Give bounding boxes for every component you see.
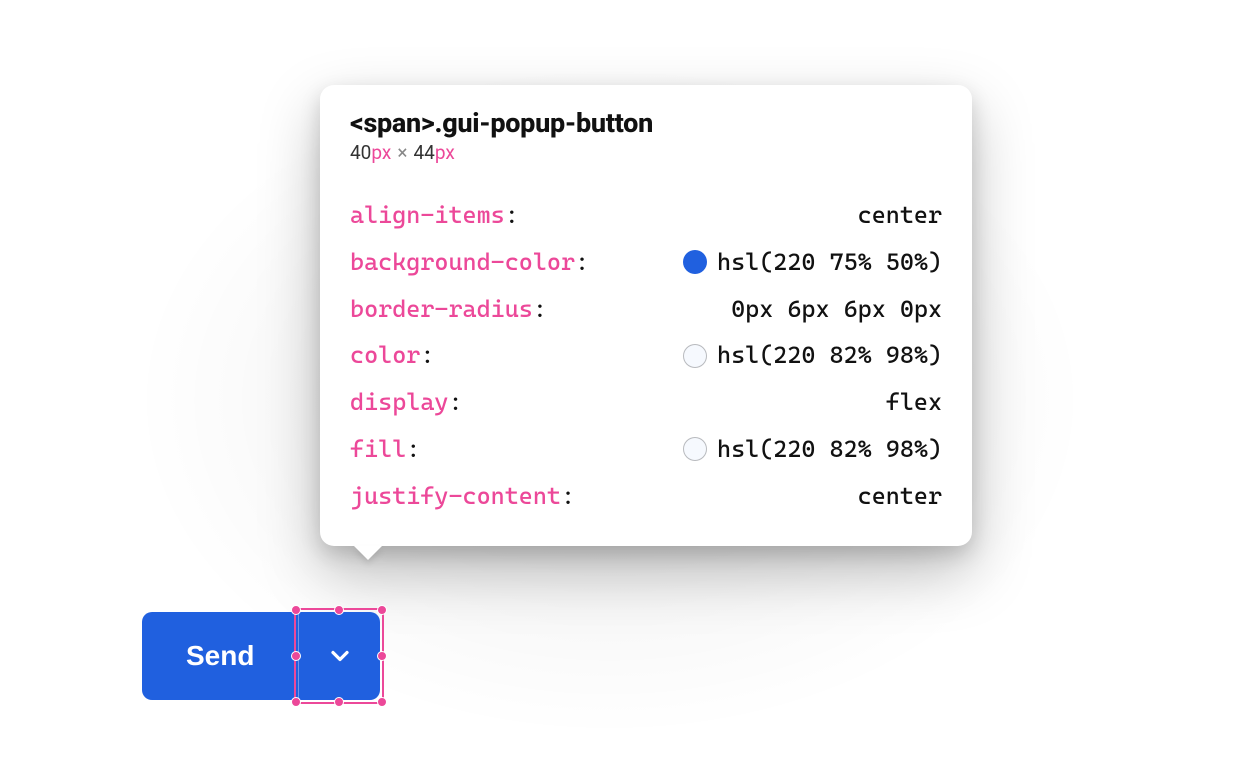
selection-handle[interactable] (377, 605, 387, 615)
color-swatch-icon (683, 437, 707, 461)
css-property-value: center (858, 473, 942, 520)
css-property-row: justify-content: center (350, 473, 942, 520)
css-property-name: fill: (350, 426, 420, 473)
css-property-row: display: flex (350, 379, 942, 426)
chevron-down-icon (326, 642, 354, 670)
css-property-name: border-radius: (350, 286, 547, 333)
element-class: .gui-popup-button (435, 107, 654, 139)
element-tag: <span> (350, 107, 435, 139)
css-property-row: border-radius: 0px 6px 6px 0px (350, 286, 942, 333)
css-properties-list: align-items: center background-color: hs… (350, 192, 942, 520)
css-property-value: hsl(220 82% 98%) (683, 332, 942, 379)
css-property-name: background-color: (350, 239, 589, 286)
dimension-height-value: 44 (413, 141, 434, 164)
css-property-row: background-color: hsl(220 75% 50%) (350, 239, 942, 286)
dimension-width-value: 40 (350, 141, 371, 164)
css-property-value: center (858, 192, 942, 239)
css-property-name: display: (350, 379, 463, 426)
css-inspector-tooltip: <span>.gui-popup-button 40px×44px align-… (320, 85, 972, 546)
css-property-row: align-items: center (350, 192, 942, 239)
dimension-width-unit: px (371, 141, 391, 164)
element-dimensions: 40px×44px (350, 141, 942, 164)
css-property-name: color: (350, 332, 434, 379)
split-button-group: Send (142, 612, 380, 700)
css-property-value: flex (886, 379, 942, 426)
css-property-row: fill: hsl(220 82% 98%) (350, 426, 942, 473)
css-property-row: color: hsl(220 82% 98%) (350, 332, 942, 379)
selection-handle[interactable] (377, 697, 387, 707)
dimension-height-unit: px (435, 141, 455, 164)
color-swatch-icon (683, 344, 707, 368)
popup-button-selection-wrap (298, 612, 380, 700)
dimension-separator: × (397, 141, 407, 164)
css-property-value: hsl(220 82% 98%) (683, 426, 942, 473)
css-property-name: justify-content: (350, 473, 575, 520)
css-property-value: hsl(220 75% 50%) (683, 239, 942, 286)
css-property-name: align-items: (350, 192, 519, 239)
color-swatch-icon (683, 250, 707, 274)
inspected-element-selector: <span>.gui-popup-button (350, 107, 942, 139)
tooltip-header: <span>.gui-popup-button 40px×44px (350, 107, 942, 164)
popup-dropdown-button[interactable] (298, 612, 380, 700)
send-button[interactable]: Send (142, 612, 298, 700)
css-property-value: 0px 6px 6px 0px (731, 286, 942, 333)
